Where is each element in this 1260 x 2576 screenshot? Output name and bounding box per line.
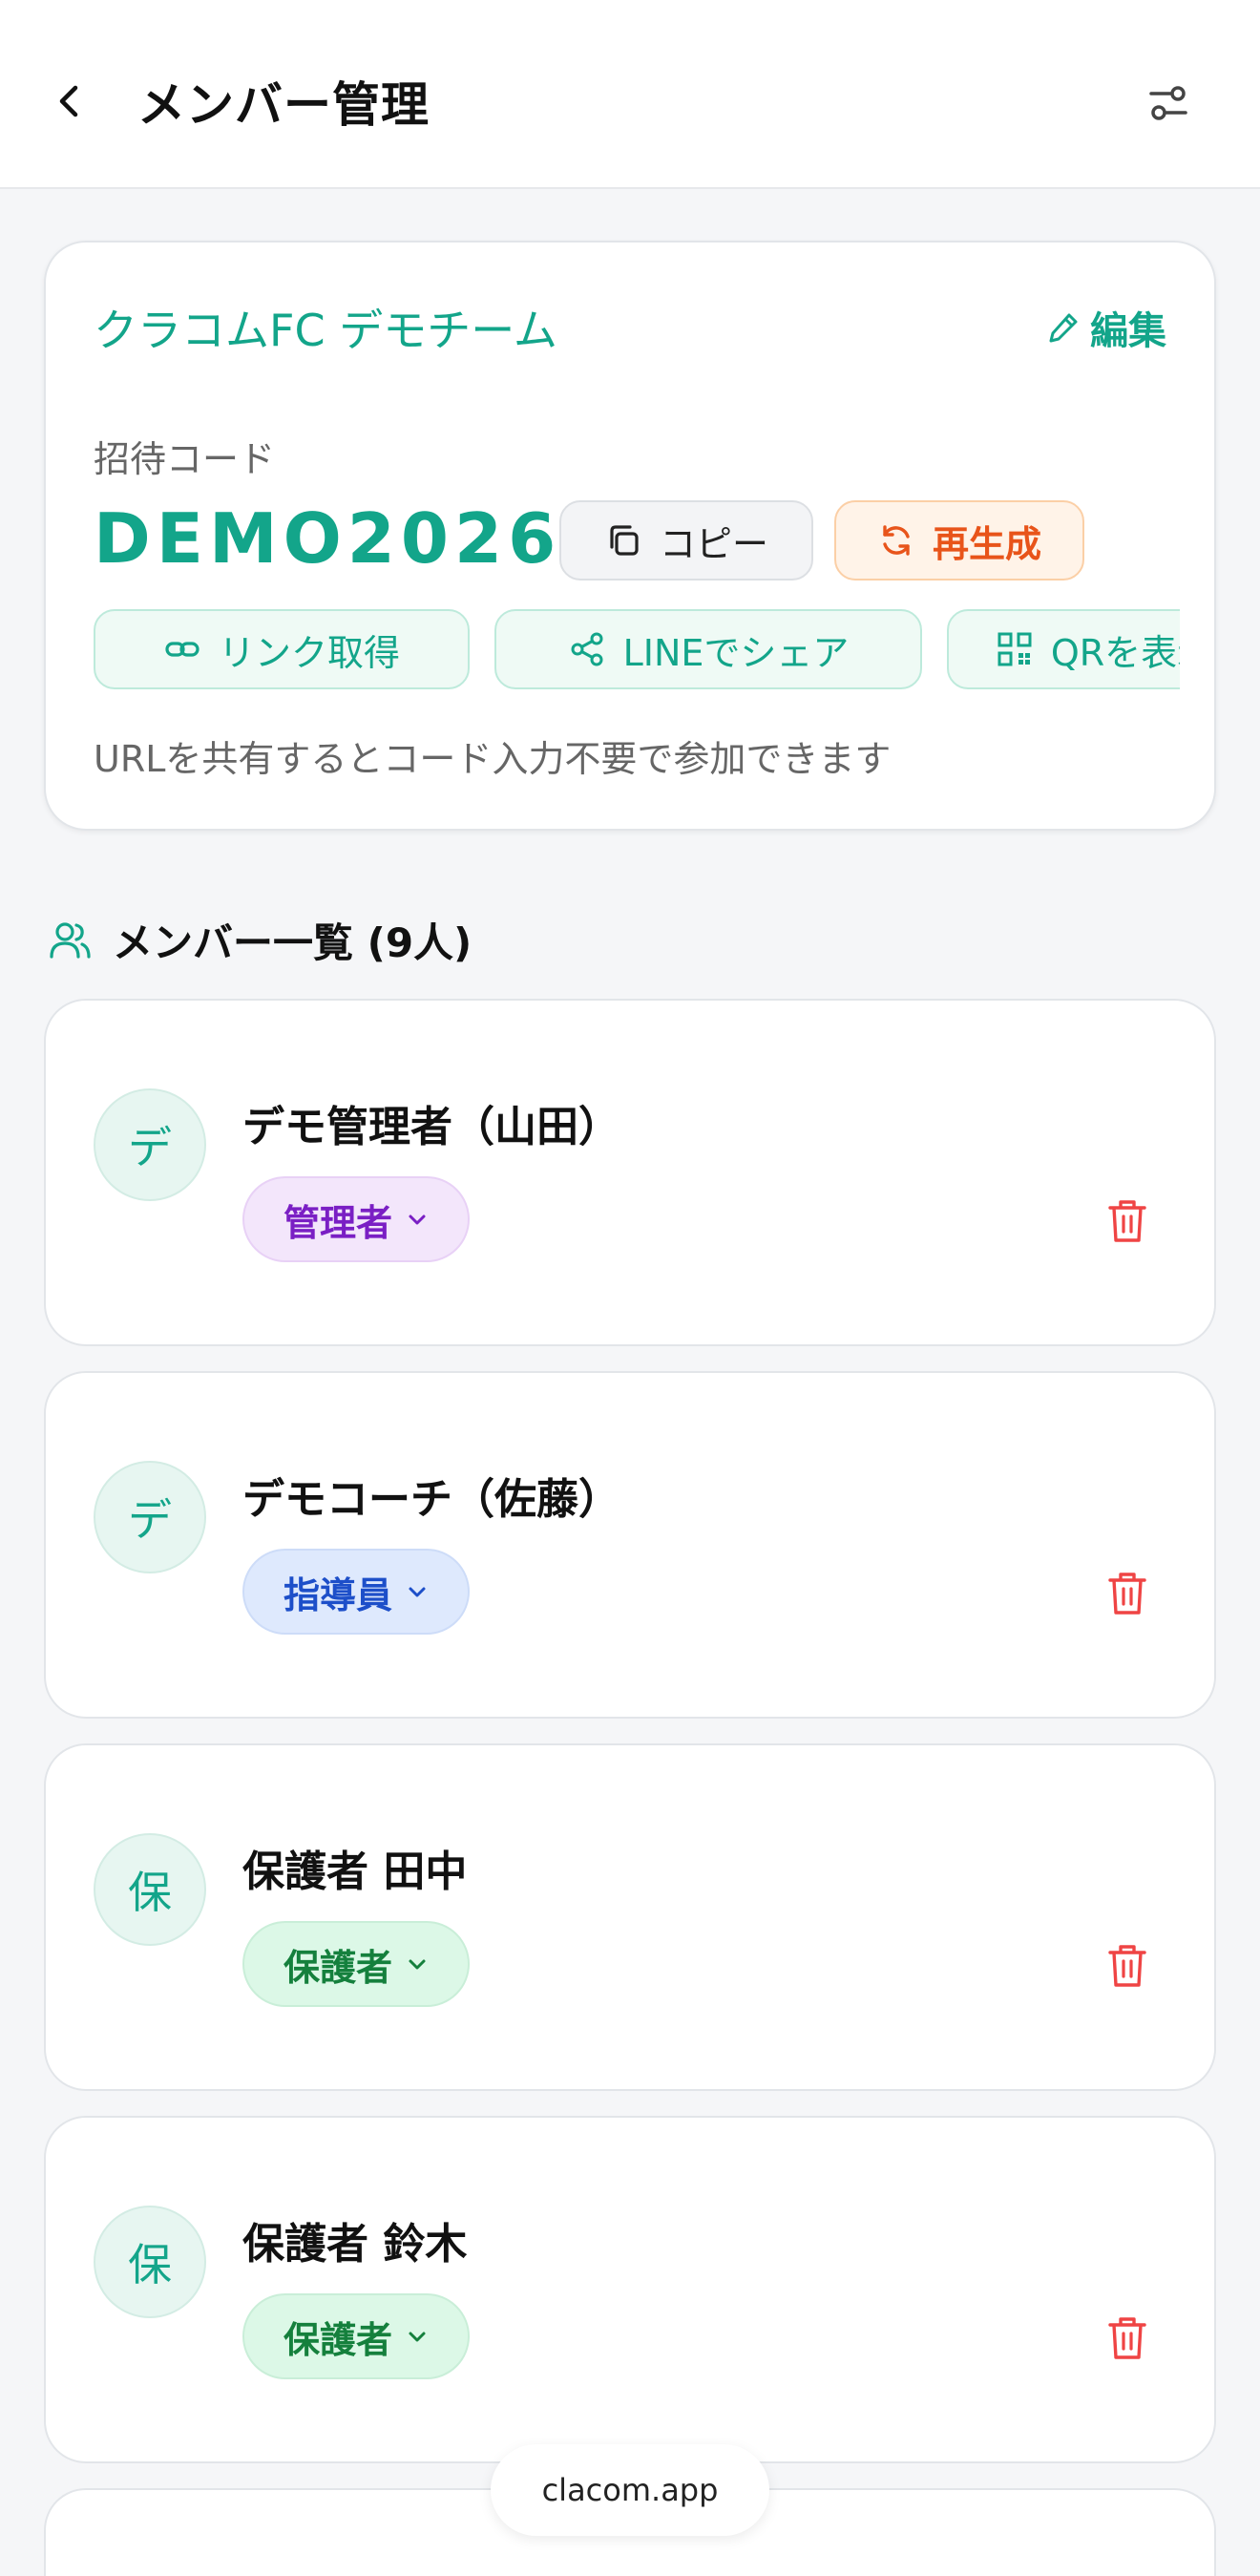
role-select[interactable]: 管理者 bbox=[242, 1176, 470, 1262]
share-hint: URLを共有するとコード入力不要で参加できます bbox=[94, 738, 892, 780]
regenerate-label: 再生成 bbox=[932, 522, 1041, 565]
copy-label: コピー bbox=[659, 522, 768, 565]
role-label: 指導員 bbox=[283, 1573, 392, 1616]
show-qr-button[interactable]: QRを表示 bbox=[947, 609, 1180, 689]
settings-button[interactable] bbox=[1142, 76, 1195, 130]
invite-code-label: 招待コード bbox=[94, 438, 276, 480]
share-buttons-row: リンク取得 LINEでシェア QRを表示 bbox=[94, 609, 1180, 689]
delete-member-button[interactable] bbox=[1098, 1932, 1157, 1999]
avatar: 保 bbox=[94, 1833, 206, 1946]
members-heading: メンバー一覧 (9人) bbox=[48, 911, 472, 969]
members-heading-label: メンバー一覧 (9人) bbox=[113, 919, 472, 966]
invite-card: クラコムFC デモチーム 編集 招待コード DEMO2026 コピー 再生成 リ… bbox=[44, 241, 1216, 831]
trash-icon bbox=[1108, 1200, 1146, 1242]
avatar: デ bbox=[94, 1088, 206, 1201]
link-icon bbox=[165, 642, 200, 657]
member-card: デ デモ管理者（山田） 管理者 bbox=[44, 999, 1216, 1346]
invite-code: DEMO2026 bbox=[94, 498, 562, 579]
regenerate-code-button[interactable]: 再生成 bbox=[834, 500, 1084, 581]
back-button[interactable] bbox=[44, 73, 94, 130]
role-label: 保護者 bbox=[283, 2318, 392, 2361]
copy-icon bbox=[610, 525, 639, 556]
page-title: メンバー管理 bbox=[137, 77, 430, 133]
delete-member-button[interactable] bbox=[1098, 1188, 1157, 1255]
member-name: 保護者 鈴木 bbox=[242, 2220, 468, 2269]
trash-icon bbox=[1108, 1573, 1146, 1615]
copy-code-button[interactable]: コピー bbox=[559, 500, 813, 581]
avatar: 保 bbox=[94, 2206, 206, 2318]
share-icon bbox=[571, 632, 603, 666]
role-label: 管理者 bbox=[283, 1201, 392, 1244]
refresh-icon bbox=[883, 525, 910, 556]
sliders-icon bbox=[1149, 86, 1187, 120]
team-name: クラコムFC デモチーム bbox=[94, 305, 557, 356]
member-name: デモコーチ（佐藤） bbox=[242, 1475, 620, 1524]
chevron-down-icon bbox=[409, 1214, 426, 1225]
member-name: 保護者 田中 bbox=[242, 1848, 468, 1896]
trash-icon bbox=[1108, 2317, 1146, 2359]
get-link-button[interactable]: リンク取得 bbox=[94, 609, 470, 689]
delete-member-button[interactable] bbox=[1098, 1560, 1157, 1627]
users-icon bbox=[50, 921, 91, 959]
show-qr-label: QRを表示 bbox=[1050, 631, 1180, 674]
member-name: デモ管理者（山田） bbox=[242, 1103, 620, 1151]
role-label: 保護者 bbox=[283, 1946, 392, 1989]
edit-label: 編集 bbox=[1090, 309, 1166, 353]
member-card: 保 保護者 田中 保護者 bbox=[44, 1743, 1216, 2091]
chevron-down-icon bbox=[409, 2332, 426, 2342]
browser-url-pill[interactable]: clacom.app bbox=[491, 2444, 769, 2536]
member-card: 保 保護者 鈴木 保護者 bbox=[44, 2116, 1216, 2463]
chevron-down-icon bbox=[409, 1587, 426, 1597]
trash-icon bbox=[1108, 1945, 1146, 1987]
delete-member-button[interactable] bbox=[1098, 2305, 1157, 2372]
avatar: デ bbox=[94, 1461, 206, 1573]
line-share-label: LINEでシェア bbox=[622, 631, 850, 674]
app-header: メンバー管理 bbox=[0, 0, 1260, 189]
chevron-left-icon bbox=[59, 85, 78, 117]
role-select[interactable]: 保護者 bbox=[242, 2293, 470, 2379]
member-card: デ デモコーチ（佐藤） 指導員 bbox=[44, 1371, 1216, 1719]
chevron-down-icon bbox=[409, 1959, 426, 1970]
edit-team-button[interactable]: 編集 bbox=[1046, 300, 1166, 355]
role-select[interactable]: 指導員 bbox=[242, 1549, 470, 1635]
role-select[interactable]: 保護者 bbox=[242, 1921, 470, 2007]
get-link-label: リンク取得 bbox=[218, 631, 400, 674]
pencil-icon bbox=[1049, 313, 1078, 343]
line-share-button[interactable]: LINEでシェア bbox=[494, 609, 922, 689]
qr-code-icon bbox=[998, 632, 1032, 666]
